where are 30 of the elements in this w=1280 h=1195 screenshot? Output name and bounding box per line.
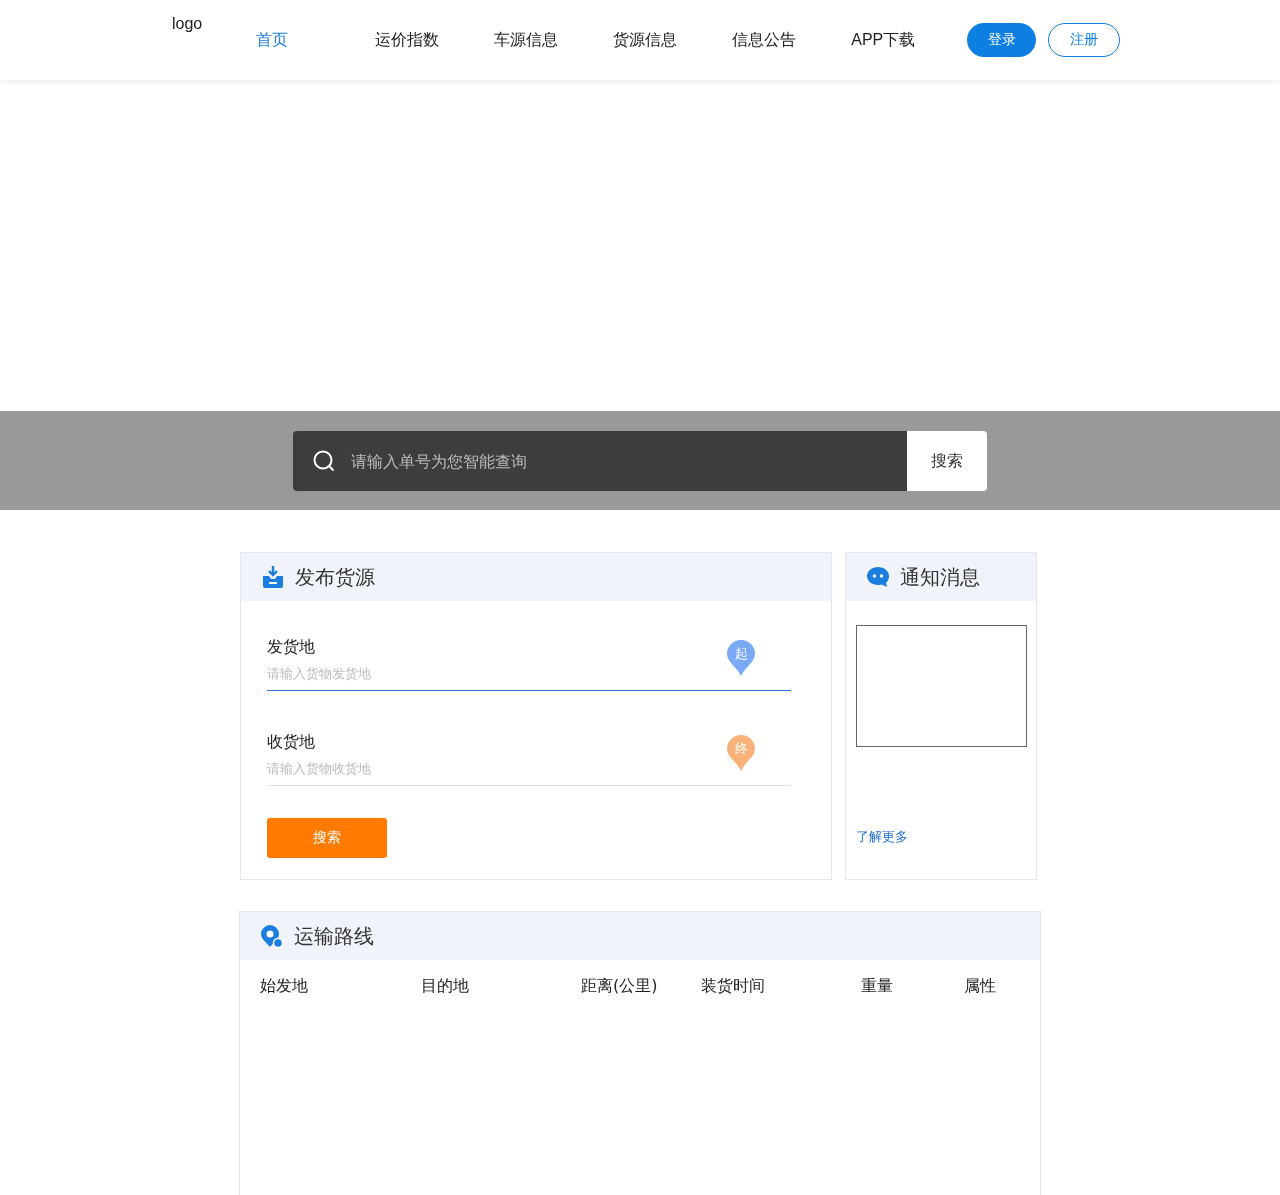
card-title: 运输路线 bbox=[294, 922, 374, 950]
column-header: 始发地 bbox=[260, 976, 309, 997]
nav-link[interactable]: 运价指数 bbox=[375, 29, 495, 51]
login-button[interactable]: 登录 bbox=[967, 23, 1037, 57]
location-pin-icon bbox=[260, 924, 284, 948]
nav-link[interactable]: 货源信息 bbox=[613, 29, 733, 51]
search-box[interactable]: 请输入单号为您智能查询 bbox=[293, 431, 907, 491]
learn-more-link[interactable]: 了解更多 bbox=[856, 828, 908, 846]
field-label: 收货地 bbox=[267, 732, 315, 753]
column-header: 装货时间 bbox=[701, 976, 766, 997]
search-button[interactable]: 搜索 bbox=[907, 431, 987, 491]
nav-link[interactable]: 信息公告 bbox=[732, 29, 852, 51]
logo-text: logo bbox=[172, 15, 203, 33]
field-label: 发货地 bbox=[267, 637, 315, 658]
column-header: 属性 bbox=[964, 976, 997, 997]
map-pin-icon: 起 bbox=[726, 639, 756, 677]
nav-link[interactable]: 车源信息 bbox=[494, 29, 614, 51]
column-header: 目的地 bbox=[421, 976, 470, 997]
register-button[interactable]: 注册 bbox=[1048, 23, 1121, 57]
column-header: 距离(公里) bbox=[581, 976, 659, 997]
search-field[interactable]: 请输入单号为您智能查询 bbox=[349, 450, 907, 472]
chat-bubble-icon bbox=[866, 566, 890, 588]
search-icon bbox=[313, 450, 335, 472]
card-title: 通知消息 bbox=[900, 563, 980, 591]
inbox-download-icon bbox=[261, 565, 285, 589]
nav-link[interactable]: 首页 bbox=[256, 29, 376, 51]
address-field[interactable]: 请输入货物发货地 bbox=[267, 666, 791, 691]
column-header: 重量 bbox=[861, 976, 894, 997]
map-pin-icon: 终 bbox=[726, 734, 756, 772]
card-title: 发布货源 bbox=[295, 563, 375, 591]
